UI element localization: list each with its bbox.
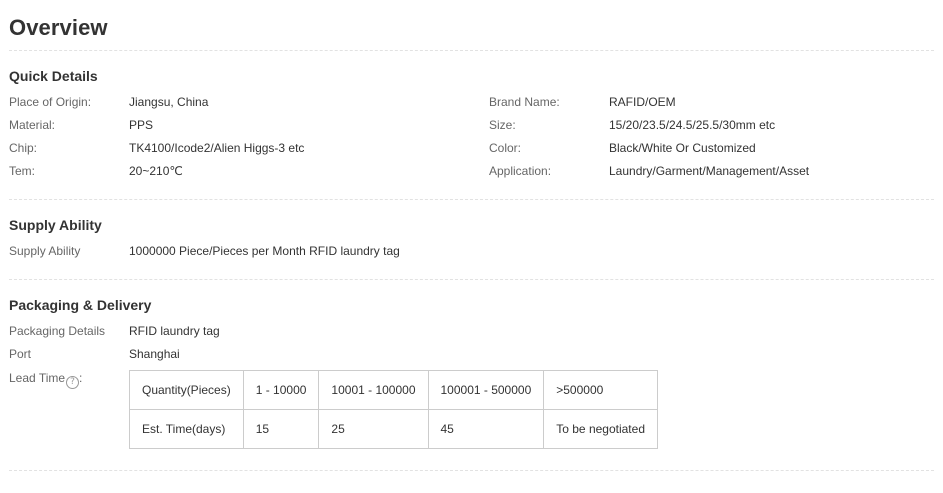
detail-label: Place of Origin: xyxy=(9,95,92,109)
divider xyxy=(9,50,934,51)
packaging-title: Packaging & Delivery xyxy=(9,297,152,313)
table-cell: To be negotiated xyxy=(543,409,658,449)
detail-label: Material: xyxy=(9,118,56,132)
question-circle-icon[interactable]: ? xyxy=(66,376,80,389)
detail-value: 15/20/23.5/24.5/25.5/30mm etc xyxy=(609,118,776,132)
detail-value: Black/White Or Customized xyxy=(609,141,756,155)
detail-value: 20~210℃ xyxy=(129,164,183,178)
supply-value: 1000000 Piece/Pieces per Month RFID laun… xyxy=(129,244,400,258)
table-cell: Quantity(Pieces) xyxy=(129,370,244,410)
detail-value: PPS xyxy=(129,118,154,132)
detail-value: Laundry/Garment/Management/Asset xyxy=(609,164,810,178)
quick-details-title: Quick Details xyxy=(9,68,98,84)
detail-label: Chip: xyxy=(9,141,38,155)
table-row: Est. Time(days) 15 25 45 To be negotiate… xyxy=(129,409,658,449)
divider xyxy=(9,470,934,471)
lead-time-label: Lead Time?: xyxy=(9,371,83,389)
lead-time-label-text: Lead Time xyxy=(9,371,66,385)
supply-ability-title: Supply Ability xyxy=(9,217,102,233)
detail-label: Size: xyxy=(489,118,516,132)
detail-label: Brand Name: xyxy=(489,95,560,109)
detail-value: TK4100/Icode2/Alien Higgs-3 etc xyxy=(129,141,305,155)
table-cell: Est. Time(days) xyxy=(129,409,244,449)
detail-label: Application: xyxy=(489,164,552,178)
table-row: Quantity(Pieces) 1 - 10000 10001 - 10000… xyxy=(129,370,658,410)
detail-label: Tem: xyxy=(9,164,36,178)
table-cell: >500000 xyxy=(543,370,658,410)
packaging-details-value: RFID laundry tag xyxy=(129,324,220,338)
table-cell: 10001 - 100000 xyxy=(318,370,429,410)
table-cell: 25 xyxy=(318,409,429,449)
detail-value: Jiangsu, China xyxy=(129,95,209,109)
divider xyxy=(9,199,934,200)
port-value: Shanghai xyxy=(129,347,180,361)
table-cell: 15 xyxy=(242,409,320,449)
table-cell: 1 - 10000 xyxy=(242,370,320,410)
detail-label: Color: xyxy=(489,141,522,155)
divider xyxy=(9,279,934,280)
detail-value: RAFID/OEM xyxy=(609,95,676,109)
port-label: Port xyxy=(9,347,32,361)
page-title: Overview xyxy=(9,15,108,40)
table-cell: 45 xyxy=(427,409,545,449)
table-cell: 100001 - 500000 xyxy=(427,370,545,410)
supply-label: Supply Ability xyxy=(9,244,81,258)
lead-time-table: Quantity(Pieces) 1 - 10000 10001 - 10000… xyxy=(129,370,658,449)
packaging-details-label: Packaging Details xyxy=(9,324,106,338)
